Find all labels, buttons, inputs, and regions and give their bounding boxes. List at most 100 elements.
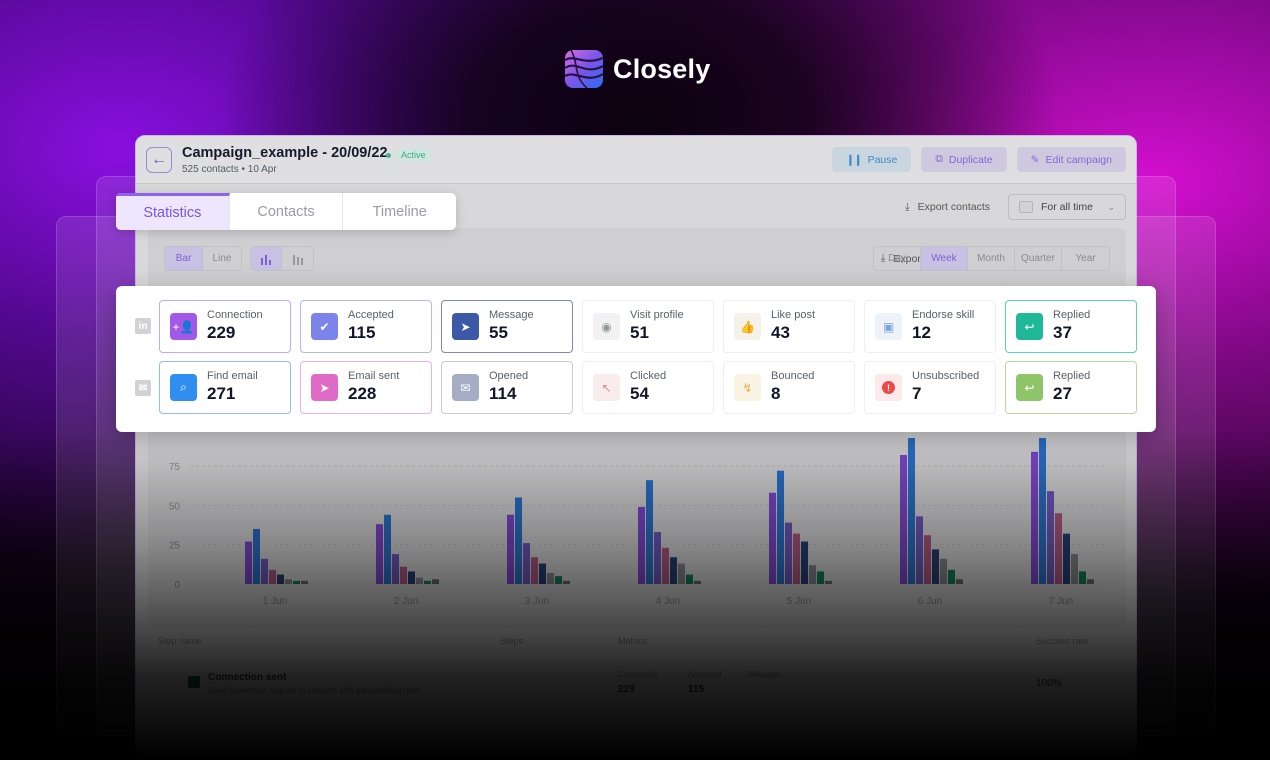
chart-type-bar[interactable]: Bar [165, 247, 203, 270]
stat-tile-endorse-skill[interactable]: ▣ Endorse skill 12 [864, 300, 996, 353]
bar-other[interactable] [432, 579, 439, 584]
stat-label: Clicked [630, 370, 667, 382]
bar-replied[interactable] [555, 576, 562, 584]
stat-tile-like-post[interactable]: 👍 Like post 43 [723, 300, 855, 353]
stat-value: 228 [348, 384, 377, 403]
bar-email-sent[interactable] [793, 533, 800, 584]
bar-opened[interactable] [1071, 554, 1078, 584]
stat-tile-accepted[interactable]: ✔ Accepted 115 [300, 300, 432, 353]
stacked-bars-icon[interactable] [282, 247, 313, 270]
bar-accepted[interactable] [392, 554, 399, 584]
bar-replied[interactable] [686, 574, 693, 584]
stat-value: 12 [912, 323, 931, 342]
bar-message[interactable] [670, 557, 677, 584]
bar-opened[interactable] [809, 565, 816, 584]
range-day[interactable]: Day [874, 247, 921, 270]
bar-find-email[interactable] [777, 470, 784, 584]
bar-connection[interactable] [638, 506, 645, 584]
bar-connection[interactable] [376, 524, 383, 584]
bar-email-sent[interactable] [269, 569, 276, 584]
bar-email-sent[interactable] [531, 557, 538, 584]
bounce-icon: ↯ [734, 374, 761, 401]
grouped-bars-icon[interactable] [251, 247, 282, 270]
bar-accepted[interactable] [1047, 491, 1054, 584]
bar-message[interactable] [801, 541, 808, 584]
range-year[interactable]: Year [1062, 247, 1109, 270]
bar-other[interactable] [1087, 579, 1094, 584]
stat-tile-replied[interactable]: ↩ Replied 27 [1005, 361, 1137, 414]
bar-find-email[interactable] [1039, 438, 1046, 584]
bar-opened[interactable] [547, 572, 554, 584]
bar-connection[interactable] [1031, 451, 1038, 584]
bar-opened[interactable] [678, 563, 685, 584]
bar-other[interactable] [825, 580, 832, 584]
brand: Closely [565, 50, 710, 88]
bar-replied[interactable] [293, 580, 300, 584]
bar-message[interactable] [539, 563, 546, 584]
bar-connection[interactable] [900, 454, 907, 584]
bar-replied[interactable] [817, 571, 824, 584]
stat-tile-connection[interactable]: +👤 Connection 229 [159, 300, 291, 353]
tab-timeline[interactable]: Timeline [343, 193, 456, 230]
stat-label: Replied [1053, 370, 1091, 382]
range-quarter[interactable]: Quarter [1015, 247, 1062, 270]
stat-tile-message[interactable]: ➤ Message 55 [441, 300, 573, 353]
stat-tile-clicked[interactable]: ↖ Clicked 54 [582, 361, 714, 414]
bar-find-email[interactable] [908, 438, 915, 584]
period-select[interactable]: For all time ⌄ [1008, 194, 1126, 220]
tab-bar: Statistics Contacts Timeline [116, 193, 456, 230]
pause-button[interactable]: ❙❙ Pause [831, 147, 912, 172]
bar-find-email[interactable] [515, 497, 522, 584]
bar-email-sent[interactable] [1055, 513, 1062, 584]
stat-label: Accepted [348, 309, 394, 321]
bar-find-email[interactable] [646, 480, 653, 584]
bar-find-email[interactable] [253, 528, 260, 584]
tab-contacts[interactable]: Contacts [230, 193, 344, 230]
bar-other[interactable] [694, 580, 701, 584]
stat-tile-opened[interactable]: ✉ Opened 114 [441, 361, 573, 414]
bar-message[interactable] [408, 571, 415, 584]
tab-statistics[interactable]: Statistics [116, 193, 230, 230]
edit-campaign-button[interactable]: ✎ Edit campaign [1016, 147, 1126, 172]
bar-other[interactable] [956, 579, 963, 584]
bar-email-sent[interactable] [924, 535, 931, 584]
stat-tile-visit-profile[interactable]: ◉ Visit profile 51 [582, 300, 714, 353]
bar-accepted[interactable] [261, 558, 268, 584]
bar-opened[interactable] [416, 577, 423, 584]
bar-replied[interactable] [1079, 571, 1086, 584]
bar-replied[interactable] [948, 569, 955, 584]
stat-tile-bounced[interactable]: ↯ Bounced 8 [723, 361, 855, 414]
range-week[interactable]: Week [921, 247, 968, 270]
stat-tile-unsubscribed[interactable]: ! Unsubscribed 7 [864, 361, 996, 414]
bar-opened[interactable] [940, 558, 947, 584]
bar-other[interactable] [563, 580, 570, 584]
bar-email-sent[interactable] [400, 566, 407, 584]
bar-replied[interactable] [424, 580, 431, 584]
bar-accepted[interactable] [916, 516, 923, 584]
bar-other[interactable] [301, 580, 308, 584]
x-tick-label: 6 Jun [918, 596, 942, 607]
range-month[interactable]: Month [968, 247, 1015, 270]
bar-accepted[interactable] [654, 532, 661, 584]
bar-message[interactable] [277, 574, 284, 584]
bar-message[interactable] [1063, 533, 1070, 584]
pause-icon: ❙❙ [845, 153, 863, 166]
bar-message[interactable] [932, 549, 939, 584]
bar-email-sent[interactable] [662, 547, 669, 584]
stat-value: 27 [1053, 384, 1072, 403]
export-contacts-button[interactable]: ⤓ Export contacts [905, 201, 990, 214]
chart-type-line[interactable]: Line [203, 247, 241, 270]
stat-tile-email-sent[interactable]: ➤ Email sent 228 [300, 361, 432, 414]
bar-find-email[interactable] [384, 514, 391, 584]
bar-opened[interactable] [285, 579, 292, 584]
bar-connection[interactable] [769, 492, 776, 584]
stat-tile-replied[interactable]: ↩ Replied 37 [1005, 300, 1137, 353]
bar-accepted[interactable] [523, 543, 530, 584]
bar-accepted[interactable] [785, 522, 792, 584]
bar-connection[interactable] [245, 541, 252, 584]
stat-tile-find-email[interactable]: ⌕ Find email 271 [159, 361, 291, 414]
bar-connection[interactable] [507, 514, 514, 584]
duplicate-button[interactable]: ⧉ Duplicate [921, 147, 1007, 172]
table-row[interactable]: Connection sent Send connection request … [148, 666, 1126, 706]
back-button[interactable]: ← [146, 147, 172, 173]
